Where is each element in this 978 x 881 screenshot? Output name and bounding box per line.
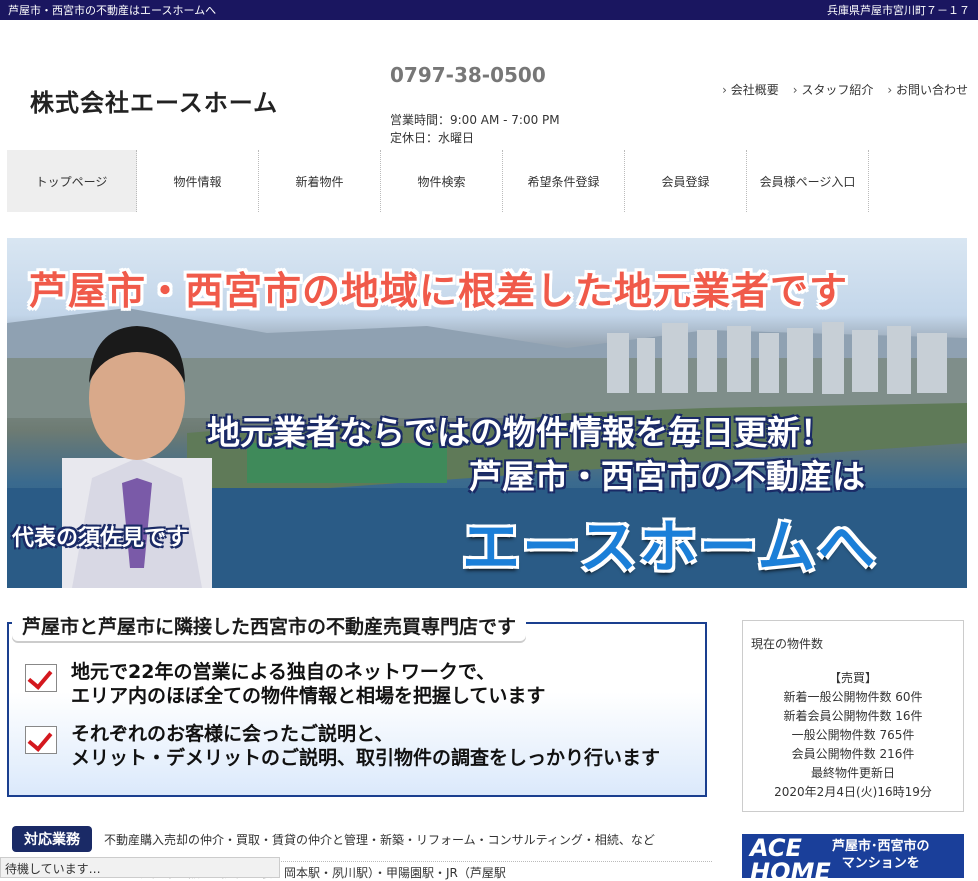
nav-member[interactable]: 会員様ページ入口 (747, 150, 869, 212)
top-bar: 芦屋市・西宮市の不動産はエースホームへ 兵庫県芦屋市宮川町７－１７ (0, 0, 978, 20)
main-nav: トップページ 物件情報 新着物件 物件検索 希望条件登録 会員登録 会員様ページ… (7, 150, 907, 212)
property-count-title: 現在の物件数 (751, 637, 824, 651)
hero-representative: 代表の須佐見です (12, 526, 189, 551)
check-icon (25, 664, 57, 692)
address: 兵庫県芦屋市宮川町７－１７ (827, 4, 970, 17)
banner-line-2: マンションを (841, 856, 920, 871)
mansion-banner[interactable]: ACE HOME 芦屋市･西宮市の マンションを (742, 834, 964, 878)
last-update-label: 最終物件更新日 (810, 766, 895, 780)
hero-brand: エースホームへ (462, 513, 878, 581)
count-new-member: 新着会員公開物件数 16件 (783, 709, 923, 723)
header-links: 会社概要 スタッフ紹介 お問い合わせ (722, 81, 968, 98)
link-company[interactable]: 会社概要 (722, 81, 779, 98)
browser-status-bar: 待機しています… (0, 857, 280, 878)
count-category: 【売買】 (828, 671, 877, 685)
logo-line-1: ACE (750, 834, 802, 862)
banner-text: 芦屋市･西宮市の マンションを (832, 838, 930, 872)
promo-item-2: それぞれのお客様に会ったご説明と、 メリット・デメリットのご説明、取引物件の調査… (25, 722, 660, 770)
count-public: 一般公開物件数 765件 (791, 728, 915, 742)
promo-item-1-line-2: エリア内のほぼ全ての物件情報と相場を把握しています (71, 685, 546, 707)
hero-message-2: 芦屋市・西宮市の不動産は (469, 457, 865, 496)
nav-wish[interactable]: 希望条件登録 (503, 150, 625, 212)
last-update-date: 2020年2月4日(火)16時19分 (774, 785, 932, 799)
promo-item-2-line-2: メリット・デメリットのご説明、取引物件の調査をしっかり行います (71, 747, 661, 769)
property-count-box: 現在の物件数 【売買】 新着一般公開物件数 60件 新着会員公開物件数 16件 … (742, 620, 964, 812)
hero-title: 芦屋市・西宮市の地域に根差した地元業者です (29, 269, 849, 313)
phone-number: 0797-38-0500 (390, 63, 546, 87)
link-staff[interactable]: スタッフ紹介 (793, 81, 873, 98)
promo-item-1-line-1: 地元で22年の営業による独自のネットワークで、 (71, 661, 496, 683)
company-logo[interactable]: 株式会社エースホーム (30, 83, 278, 118)
hero-banner: 芦屋市・西宮市の地域に根差した地元業者です 地元業者ならではの物件情報を毎日更新… (7, 238, 967, 588)
promo-heading: 芦屋市と芦屋市に隣接した西宮市の不動産売買専門店です (12, 610, 527, 641)
business-label: 対応業務 (12, 826, 92, 852)
closed-day: 定休日：水曜日 (390, 131, 475, 145)
logo-line-2: HOME (750, 858, 831, 878)
banner-line-1: 芦屋市･西宮市の (832, 839, 930, 854)
check-icon (25, 726, 57, 754)
business-row: 対応業務 不動産購入売却の仲介・買取・賃貸の仲介と管理・新築・リフォーム・コンサ… (12, 826, 655, 852)
count-new-public: 新着一般公開物件数 60件 (783, 690, 923, 704)
ace-home-logo: ACE HOME (750, 836, 831, 878)
header: 株式会社エースホーム 0797-38-0500 営業時間：9:00 AM - 7… (0, 20, 978, 150)
business-text: 不動産購入売却の仲介・買取・賃貸の仲介と管理・新築・リフォーム・コンサルティング… (104, 832, 655, 847)
business-hours: 営業時間：9:00 AM - 7:00 PM 定休日：水曜日 (390, 111, 560, 147)
promo-item-2-line-1: それぞれのお客様に会ったご説明と、 (71, 723, 394, 745)
property-count-list: 【売買】 新着一般公開物件数 60件 新着会員公開物件数 16件 一般公開物件数… (743, 669, 963, 802)
link-contact[interactable]: お問い合わせ (887, 81, 968, 98)
tagline: 芦屋市・西宮市の不動産はエースホームへ (8, 4, 217, 17)
nav-register[interactable]: 会員登録 (625, 150, 747, 212)
nav-top[interactable]: トップページ (7, 150, 137, 212)
nav-new[interactable]: 新着物件 (259, 150, 381, 212)
hours-text: 営業時間：9:00 AM - 7:00 PM (390, 113, 560, 127)
hero-message-1: 地元業者ならではの物件情報を毎日更新！ (207, 413, 834, 452)
nav-search[interactable]: 物件検索 (381, 150, 503, 212)
promo-item-1: 地元で22年の営業による独自のネットワークで、 エリア内のほぼ全ての物件情報と相… (25, 660, 545, 708)
count-member: 会員公開物件数 216件 (791, 747, 915, 761)
nav-properties[interactable]: 物件情報 (137, 150, 259, 212)
promo-box: 芦屋市と芦屋市に隣接した西宮市の不動産売買専門店です 地元で22年の営業による独… (7, 610, 707, 797)
